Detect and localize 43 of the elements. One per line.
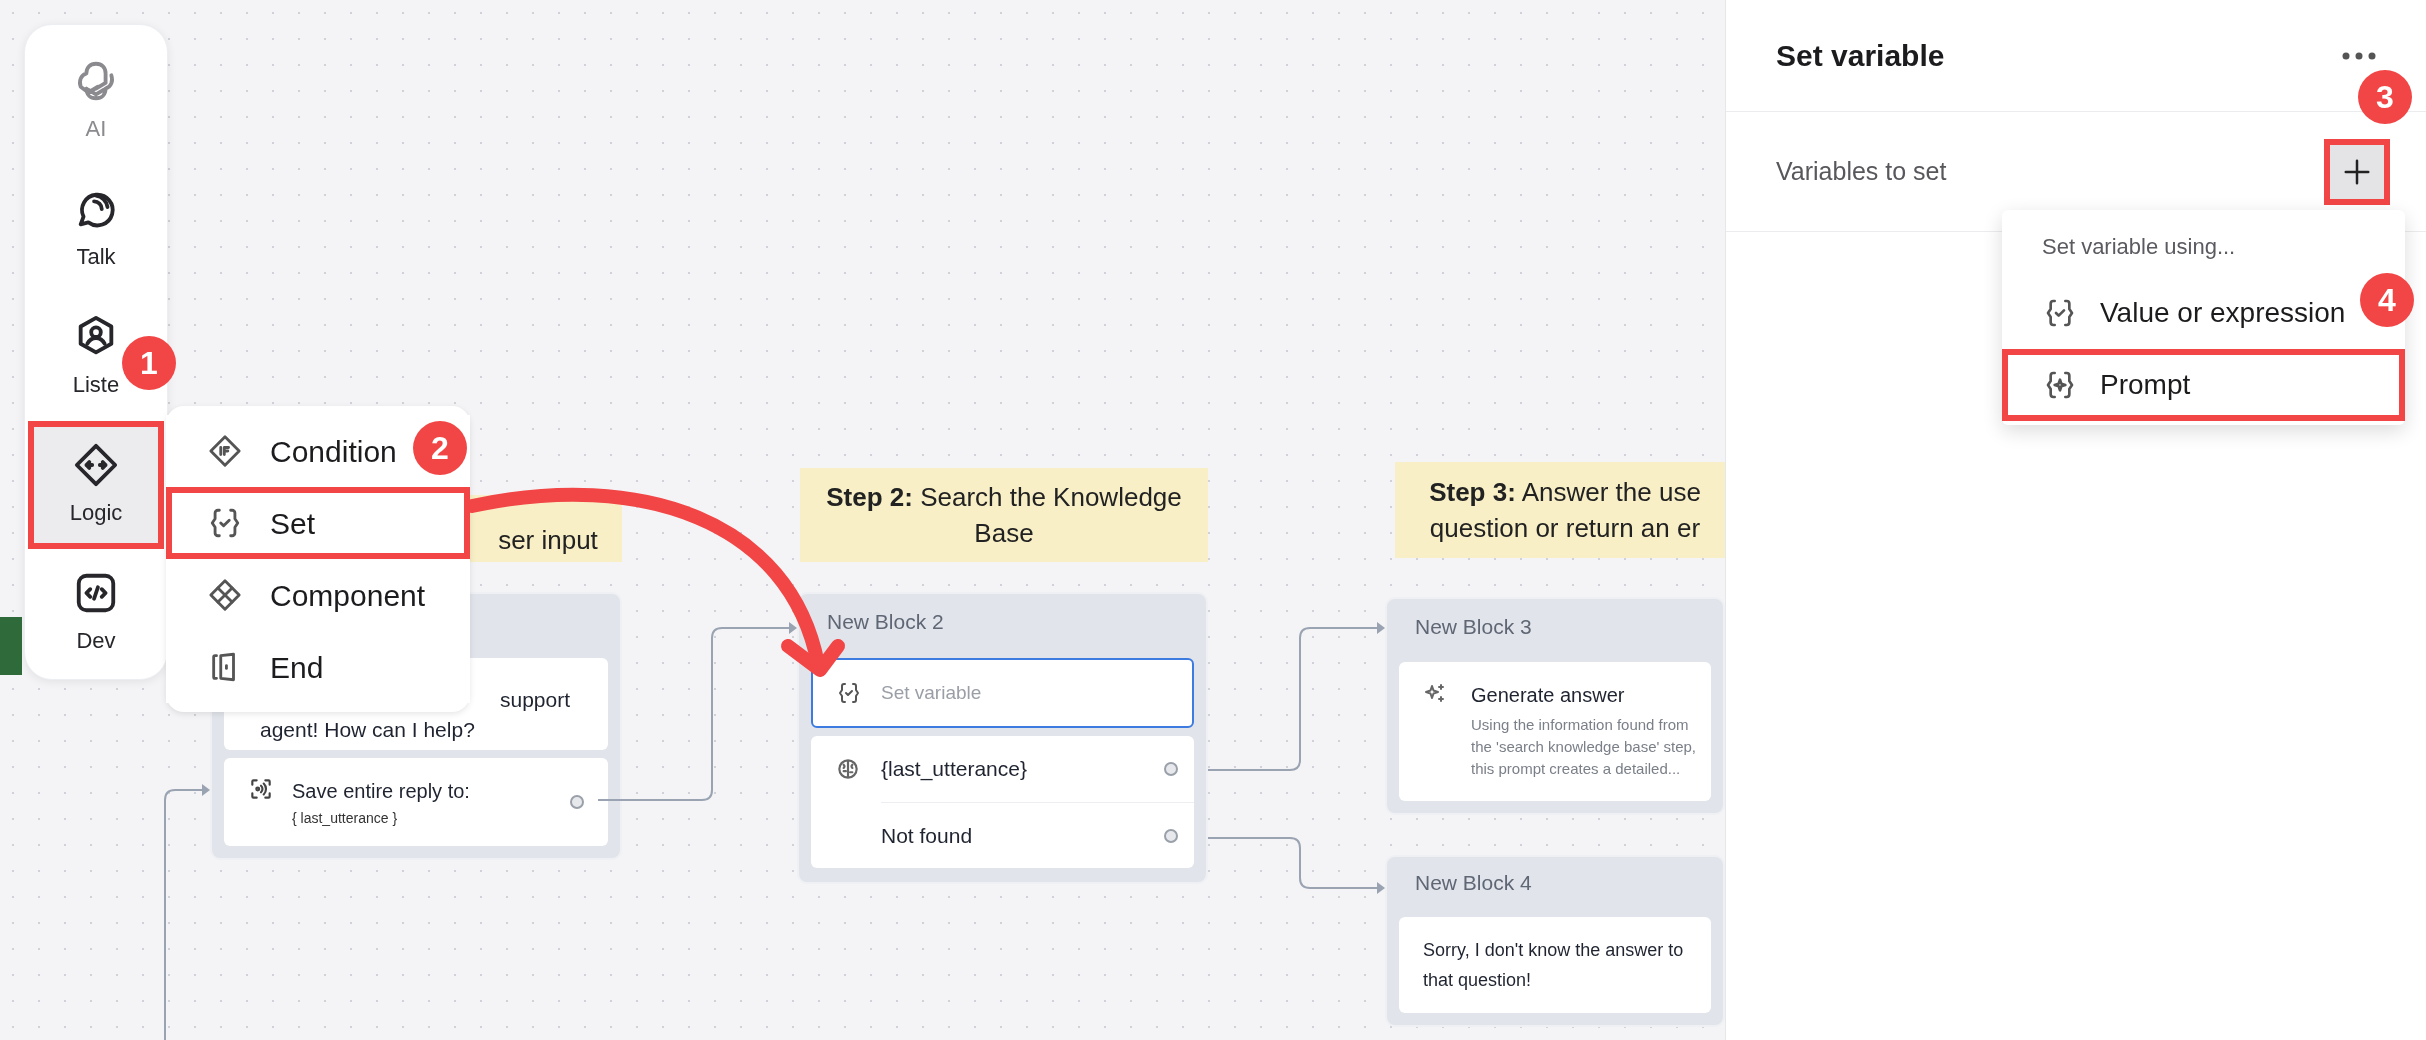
section-label: Variables to set xyxy=(1776,155,1947,187)
brain-icon xyxy=(835,756,861,782)
menu-item[interactable]: Set xyxy=(166,487,470,559)
note-text: Step 2: Search the Knowledge xyxy=(826,481,1182,514)
diamond-arrows-icon xyxy=(73,441,119,488)
message-text: Sorry, I don't know the answer to xyxy=(1423,939,1684,962)
menu-item[interactable]: End xyxy=(166,631,470,703)
capture-text: Save entire reply to: xyxy=(292,778,471,804)
add-button[interactable] xyxy=(2324,138,2390,205)
braces-check-icon xyxy=(837,681,861,705)
output-port xyxy=(1164,828,1178,843)
output-port xyxy=(570,795,584,809)
braces-check-icon xyxy=(2044,297,2076,329)
dropdown-heading: Set variable using... xyxy=(2041,233,2237,261)
toolbar-button[interactable]: Talk xyxy=(28,165,164,293)
braces-sparkle-icon xyxy=(2044,369,2076,401)
variable-text: { last_utterance } xyxy=(292,808,398,828)
component-icon xyxy=(208,578,242,612)
path-label: {last_utterance} xyxy=(881,756,1028,783)
prompt-description: Using the information found from the 'search knowledge base' step, this prompt creates a detailed... xyxy=(1471,714,1698,779)
note-text: question or return an er xyxy=(1429,512,1701,545)
block-title: New Block 3 xyxy=(1415,613,1532,640)
dropdown-item[interactable]: Prompt xyxy=(2002,349,2405,421)
note-text: ser input xyxy=(498,524,598,557)
panel-title: Set variable xyxy=(1776,38,1945,74)
note-text: Base xyxy=(974,517,1034,550)
message-text: agent! How can I help? xyxy=(260,717,475,743)
capture-icon xyxy=(248,776,274,802)
output-port xyxy=(1164,762,1178,776)
braces-check-icon xyxy=(208,506,242,540)
toolbar-button[interactable]: Logic xyxy=(28,421,164,549)
more-button[interactable] xyxy=(2342,50,2376,61)
diamond-icon xyxy=(208,434,242,468)
prompt-title: Generate answer xyxy=(1471,682,1626,708)
block-title: New Block 4 xyxy=(1415,870,1532,897)
more-icon xyxy=(2342,50,2376,61)
path-label: Not found xyxy=(881,822,974,849)
message-text: support xyxy=(500,687,571,713)
block-title: New Block 2 xyxy=(827,609,944,636)
menu-item[interactable]: Component xyxy=(166,559,470,631)
message-text: that question! xyxy=(1423,969,1532,992)
note-text: Step 3: Answer the use xyxy=(1429,476,1701,509)
toolbar-button[interactable]: Dev xyxy=(28,549,164,677)
